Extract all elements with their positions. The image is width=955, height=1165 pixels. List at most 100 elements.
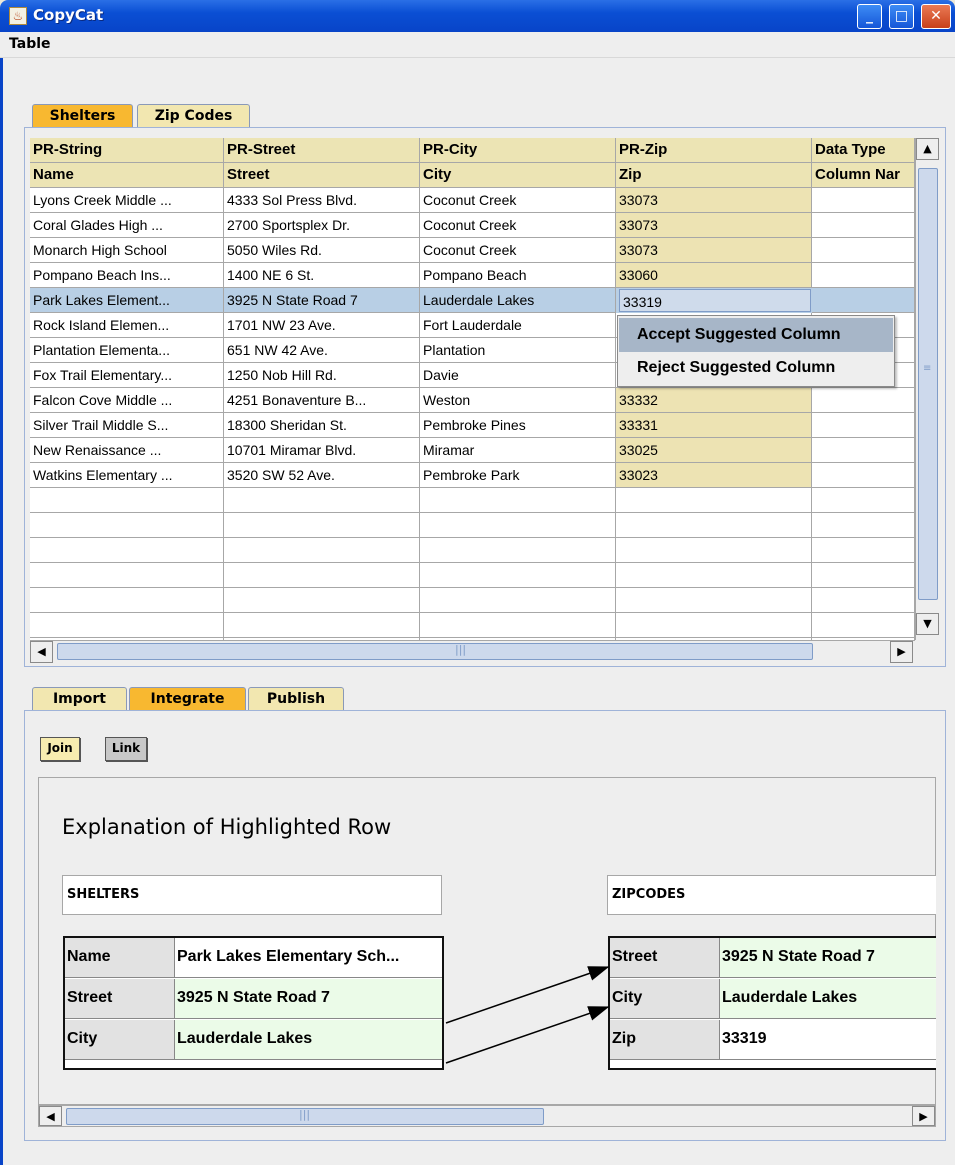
tab-shelters[interactable]: Shelters	[32, 104, 133, 128]
tab-import[interactable]: Import	[32, 687, 127, 711]
tab-publish[interactable]: Publish	[248, 687, 344, 711]
column-header[interactable]: Column Nar	[812, 163, 915, 188]
table-vertical-scrollbar[interactable]: ▲ ≡ ▼	[915, 138, 940, 640]
table-cell[interactable]	[420, 613, 616, 638]
table-cell[interactable]	[224, 613, 420, 638]
table-cell[interactable]	[420, 538, 616, 563]
table-cell[interactable]: Pompano Beach	[420, 263, 616, 288]
scroll-left-button[interactable]: ◀	[30, 641, 53, 663]
table-cell[interactable]: 4333 Sol Press Blvd.	[224, 188, 420, 213]
table-row[interactable]: Falcon Cove Middle ... 4251 Bonaventure B…	[30, 388, 915, 413]
column-header[interactable]: Zip	[616, 163, 812, 188]
table-row[interactable]: Silver Trail Middle S... 18300 Sheridan S…	[30, 413, 915, 438]
table-cell[interactable]: 18300 Sheridan St.	[224, 413, 420, 438]
table-cell[interactable]	[812, 288, 915, 313]
data-table[interactable]: PR-String PR-Street PR-City PR-Zip Data Type…	[30, 138, 915, 640]
minimize-button[interactable]: _	[857, 4, 882, 29]
scroll-right-button[interactable]: ▶	[890, 641, 913, 663]
table-cell[interactable]: 651 NW 42 Ave.	[224, 338, 420, 363]
table-cell[interactable]: Rock Island Elemen...	[30, 313, 224, 338]
table-cell[interactable]	[616, 613, 812, 638]
table-cell[interactable]: Lyons Creek Middle ...	[30, 188, 224, 213]
scroll-up-button[interactable]: ▲	[916, 138, 939, 160]
table-cell[interactable]	[812, 563, 915, 588]
tab-zip-codes[interactable]: Zip Codes	[137, 104, 250, 128]
table-cell[interactable]	[616, 488, 812, 513]
table-cell[interactable]	[224, 588, 420, 613]
table-cell[interactable]: 33073	[616, 213, 812, 238]
table-cell[interactable]: Plantation	[420, 338, 616, 363]
table-cell[interactable]: Coconut Creek	[420, 238, 616, 263]
table-cell[interactable]: Fox Trail Elementary...	[30, 363, 224, 388]
table-cell[interactable]	[224, 488, 420, 513]
column-header[interactable]: City	[420, 163, 616, 188]
table-cell[interactable]: 33060	[616, 263, 812, 288]
table-cell[interactable]	[616, 513, 812, 538]
table-row[interactable]: Coral Glades High ... 2700 Sportsplex Dr.…	[30, 213, 915, 238]
scroll-right-button[interactable]: ▶	[912, 1106, 935, 1126]
table-cell[interactable]	[812, 413, 915, 438]
table-row[interactable]: Pompano Beach Ins... 1400 NE 6 St. Pompano…	[30, 263, 915, 288]
table-cell[interactable]: Davie	[420, 363, 616, 388]
table-cell[interactable]: 3925 N State Road 7	[224, 288, 420, 313]
tab-integrate[interactable]: Integrate	[129, 687, 246, 711]
column-header[interactable]: Name	[30, 163, 224, 188]
table-cell[interactable]	[812, 238, 915, 263]
table-cell[interactable]	[30, 588, 224, 613]
table-cell[interactable]: 1250 Nob Hill Rd.	[224, 363, 420, 388]
table-cell[interactable]	[812, 513, 915, 538]
table-horizontal-scrollbar[interactable]: ◀ ||| ▶	[30, 640, 915, 663]
reject-suggested-column-item[interactable]: Reject Suggested Column	[619, 351, 893, 385]
table-cell[interactable]	[224, 513, 420, 538]
table-cell[interactable]: Plantation Elementa...	[30, 338, 224, 363]
table-cell[interactable]	[616, 588, 812, 613]
table-row[interactable]	[30, 538, 915, 563]
column-header[interactable]: PR-City	[420, 138, 616, 163]
table-cell[interactable]: 5050 Wiles Rd.	[224, 238, 420, 263]
table-row[interactable]: Monarch High School 5050 Wiles Rd. Coconut…	[30, 238, 915, 263]
table-row[interactable]	[30, 513, 915, 538]
table-cell[interactable]: 33023	[616, 463, 812, 488]
table-cell[interactable]: Pembroke Pines	[420, 413, 616, 438]
table-cell[interactable]: 10701 Miramar Blvd.	[224, 438, 420, 463]
table-cell[interactable]: 33319	[619, 289, 811, 312]
column-header[interactable]: PR-String	[30, 138, 224, 163]
table-cell[interactable]: 33025	[616, 438, 812, 463]
column-header[interactable]: Data Type	[812, 138, 915, 163]
table-cell[interactable]	[30, 613, 224, 638]
table-cell[interactable]	[30, 563, 224, 588]
table-cell[interactable]	[812, 463, 915, 488]
maximize-button[interactable]: □	[889, 4, 914, 29]
column-header[interactable]: Street	[224, 163, 420, 188]
scroll-left-button[interactable]: ◀	[39, 1106, 62, 1126]
table-cell[interactable]: 33073	[616, 188, 812, 213]
column-header[interactable]: PR-Zip	[616, 138, 812, 163]
table-cell[interactable]: 33073	[616, 238, 812, 263]
column-header[interactable]: PR-Street	[224, 138, 420, 163]
table-cell[interactable]: Pembroke Park	[420, 463, 616, 488]
table-cell[interactable]: New Renaissance ...	[30, 438, 224, 463]
explanation-horizontal-scrollbar[interactable]: ◀ ||| ▶	[38, 1105, 936, 1127]
table-cell[interactable]: Pompano Beach Ins...	[30, 263, 224, 288]
table-cell[interactable]	[30, 513, 224, 538]
table-cell[interactable]: Silver Trail Middle S...	[30, 413, 224, 438]
table-cell[interactable]	[30, 538, 224, 563]
table-cell[interactable]	[812, 538, 915, 563]
table-cell[interactable]	[812, 488, 915, 513]
table-cell[interactable]: 4251 Bonaventure B...	[224, 388, 420, 413]
table-cell[interactable]	[812, 588, 915, 613]
table-cell[interactable]	[812, 613, 915, 638]
table-cell[interactable]	[616, 563, 812, 588]
table-row[interactable]	[30, 563, 915, 588]
table-row[interactable]: Watkins Elementary ... 3520 SW 52 Ave. Pem…	[30, 463, 915, 488]
table-row[interactable]	[30, 613, 915, 638]
table-cell[interactable]: Monarch High School	[30, 238, 224, 263]
table-cell[interactable]	[812, 188, 915, 213]
table-cell[interactable]: 1400 NE 6 St.	[224, 263, 420, 288]
table-cell[interactable]	[812, 388, 915, 413]
table-cell[interactable]: 33331	[616, 413, 812, 438]
table-row[interactable]: New Renaissance ... 10701 Miramar Blvd. Mi…	[30, 438, 915, 463]
table-cell[interactable]	[224, 538, 420, 563]
table-cell[interactable]: Lauderdale Lakes	[420, 288, 616, 313]
vertical-scroll-thumb[interactable]	[918, 168, 938, 600]
